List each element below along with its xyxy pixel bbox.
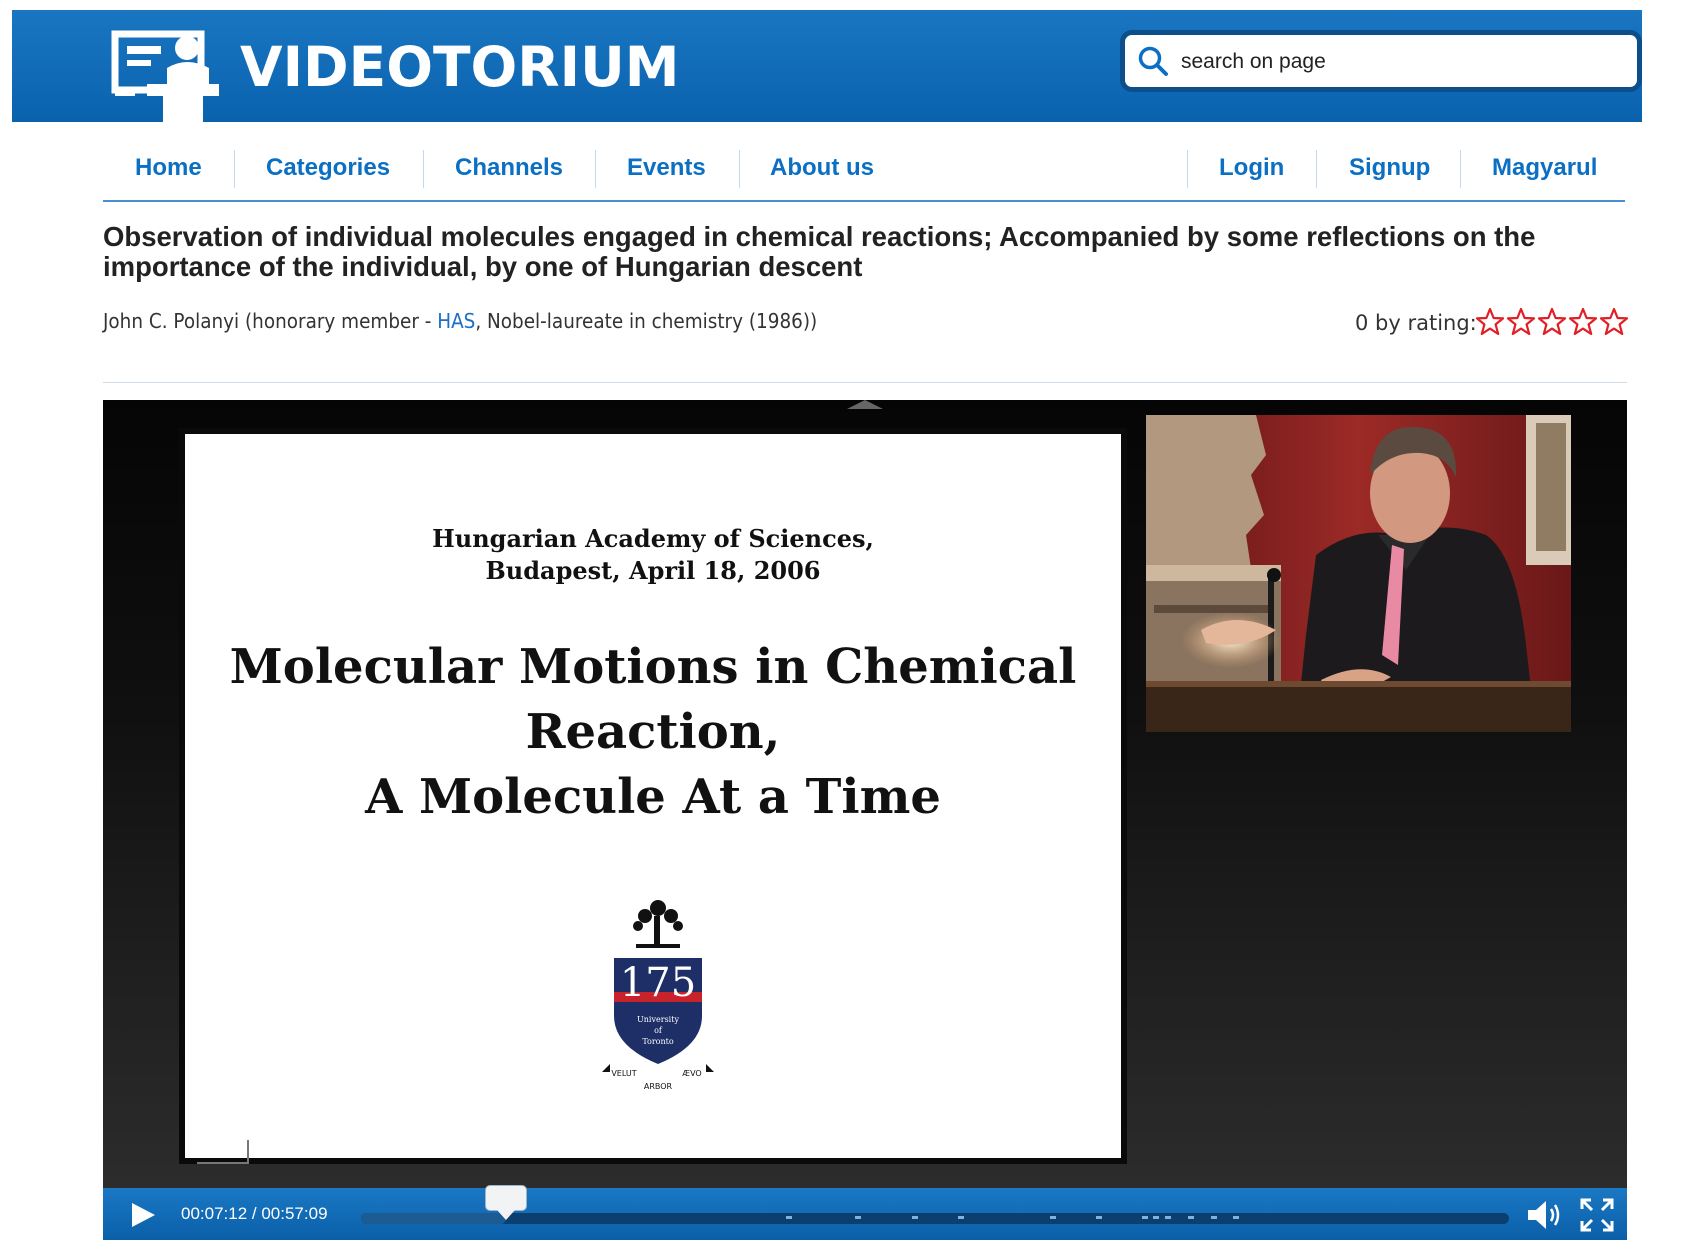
volume-icon[interactable] (1526, 1198, 1564, 1232)
star-icon[interactable] (1537, 306, 1567, 338)
crest-text-line3: Toronto (642, 1037, 674, 1046)
site-header: VIDEOTORIUM (12, 10, 1642, 122)
slide-header-line2: Budapest, April 18, 2006 (485, 556, 821, 585)
video-player[interactable]: Hungarian Academy of Sciences, Budapest,… (103, 400, 1627, 1188)
chapter-marker[interactable] (854, 1216, 861, 1219)
rating-widget: 0 by rating: (1355, 306, 1630, 342)
nav-separator (1316, 150, 1317, 188)
nav-separator (234, 150, 235, 188)
nav-separator (1187, 150, 1188, 188)
speaker-video[interactable] (1146, 415, 1571, 732)
nav-magyarul[interactable]: Magyarul (1492, 154, 1597, 182)
crest-number: 175 (620, 960, 696, 1006)
brand-name[interactable]: VIDEOTORIUM (240, 37, 680, 97)
nav-separator (423, 150, 424, 188)
play-icon[interactable] (129, 1201, 157, 1229)
star-icon[interactable] (1475, 306, 1505, 338)
chapter-marker[interactable] (1153, 1216, 1160, 1219)
chapter-marker[interactable] (957, 1216, 964, 1219)
presentation-slide: Hungarian Academy of Sciences, Budapest,… (179, 428, 1127, 1164)
chapter-marker[interactable] (1095, 1216, 1102, 1219)
chapter-marker[interactable] (1210, 1216, 1217, 1219)
star-icon[interactable] (1568, 306, 1598, 338)
nav-separator (595, 150, 596, 188)
nav-categories[interactable]: Categories (266, 154, 390, 182)
chapter-marker[interactable] (1187, 1216, 1194, 1219)
lecturer-podium-icon[interactable] (109, 28, 227, 122)
chapter-marker[interactable] (912, 1216, 919, 1219)
chapter-marker[interactable] (1049, 1216, 1056, 1219)
nav-separator (739, 150, 740, 188)
crest-motto-left: VELUT (611, 1069, 636, 1078)
nav-signup[interactable]: Signup (1349, 154, 1430, 182)
divider (103, 382, 1627, 383)
crest-text-line2: of (654, 1026, 663, 1035)
has-link[interactable]: HAS (437, 309, 475, 333)
chapter-marker[interactable] (1141, 1216, 1148, 1219)
nav-about-us[interactable]: About us (770, 154, 874, 182)
nav-separator (1460, 150, 1461, 188)
star-icon[interactable] (1506, 306, 1536, 338)
chapter-marker[interactable] (1164, 1216, 1171, 1219)
presenter-title: , Nobel-laureate in chemistry (1986)) (475, 309, 818, 333)
main-nav: Home Categories Channels Events About us… (103, 140, 1625, 202)
fullscreen-icon[interactable] (1580, 1198, 1614, 1232)
video-title: Observation of individual molecules enga… (103, 221, 1536, 282)
rating-label: 0 by rating: (1355, 311, 1477, 335)
slide-title-line3: A Molecule At a Time (365, 769, 941, 825)
presenter-name: John C. Polanyi (honorary member - (103, 309, 438, 333)
search-box (1120, 30, 1642, 92)
presenter-info: John C. Polanyi (honorary member - HAS, … (103, 309, 817, 333)
crest-motto-right: ÆVO (682, 1069, 701, 1078)
crest-text-line1: University (637, 1015, 679, 1024)
progress-bar[interactable] (361, 1185, 1509, 1224)
star-icon[interactable] (1599, 306, 1629, 338)
slide-header-line1: Hungarian Academy of Sciences, (432, 524, 874, 553)
slide-title-line1: Molecular Motions in Chemical (229, 639, 1077, 695)
rating-stars (1475, 306, 1630, 338)
progress-fill (361, 1213, 506, 1224)
crest-motto-bottom: ARBOR (644, 1082, 673, 1091)
nav-home[interactable]: Home (135, 154, 202, 182)
nav-events[interactable]: Events (627, 154, 706, 182)
nav-channels[interactable]: Channels (455, 154, 563, 182)
search-icon[interactable] (1137, 45, 1169, 77)
player-controls: 00:07:12 / 00:57:09 (103, 1185, 1627, 1240)
nav-login[interactable]: Login (1219, 154, 1284, 182)
search-input[interactable] (1179, 43, 1623, 81)
university-crest: 175 University of Toronto VELUT ÆVO ARBO… (602, 900, 714, 1091)
chapter-marker[interactable] (785, 1216, 792, 1219)
time-display: 00:07:12 / 00:57:09 (181, 1204, 328, 1223)
progress-handle[interactable] (484, 1185, 527, 1220)
chapter-marker[interactable] (1233, 1216, 1240, 1219)
slide-corner-mark (197, 1140, 249, 1164)
panel-toggle-handle[interactable] (847, 400, 883, 409)
slide-title-line2: Reaction, (525, 704, 781, 760)
